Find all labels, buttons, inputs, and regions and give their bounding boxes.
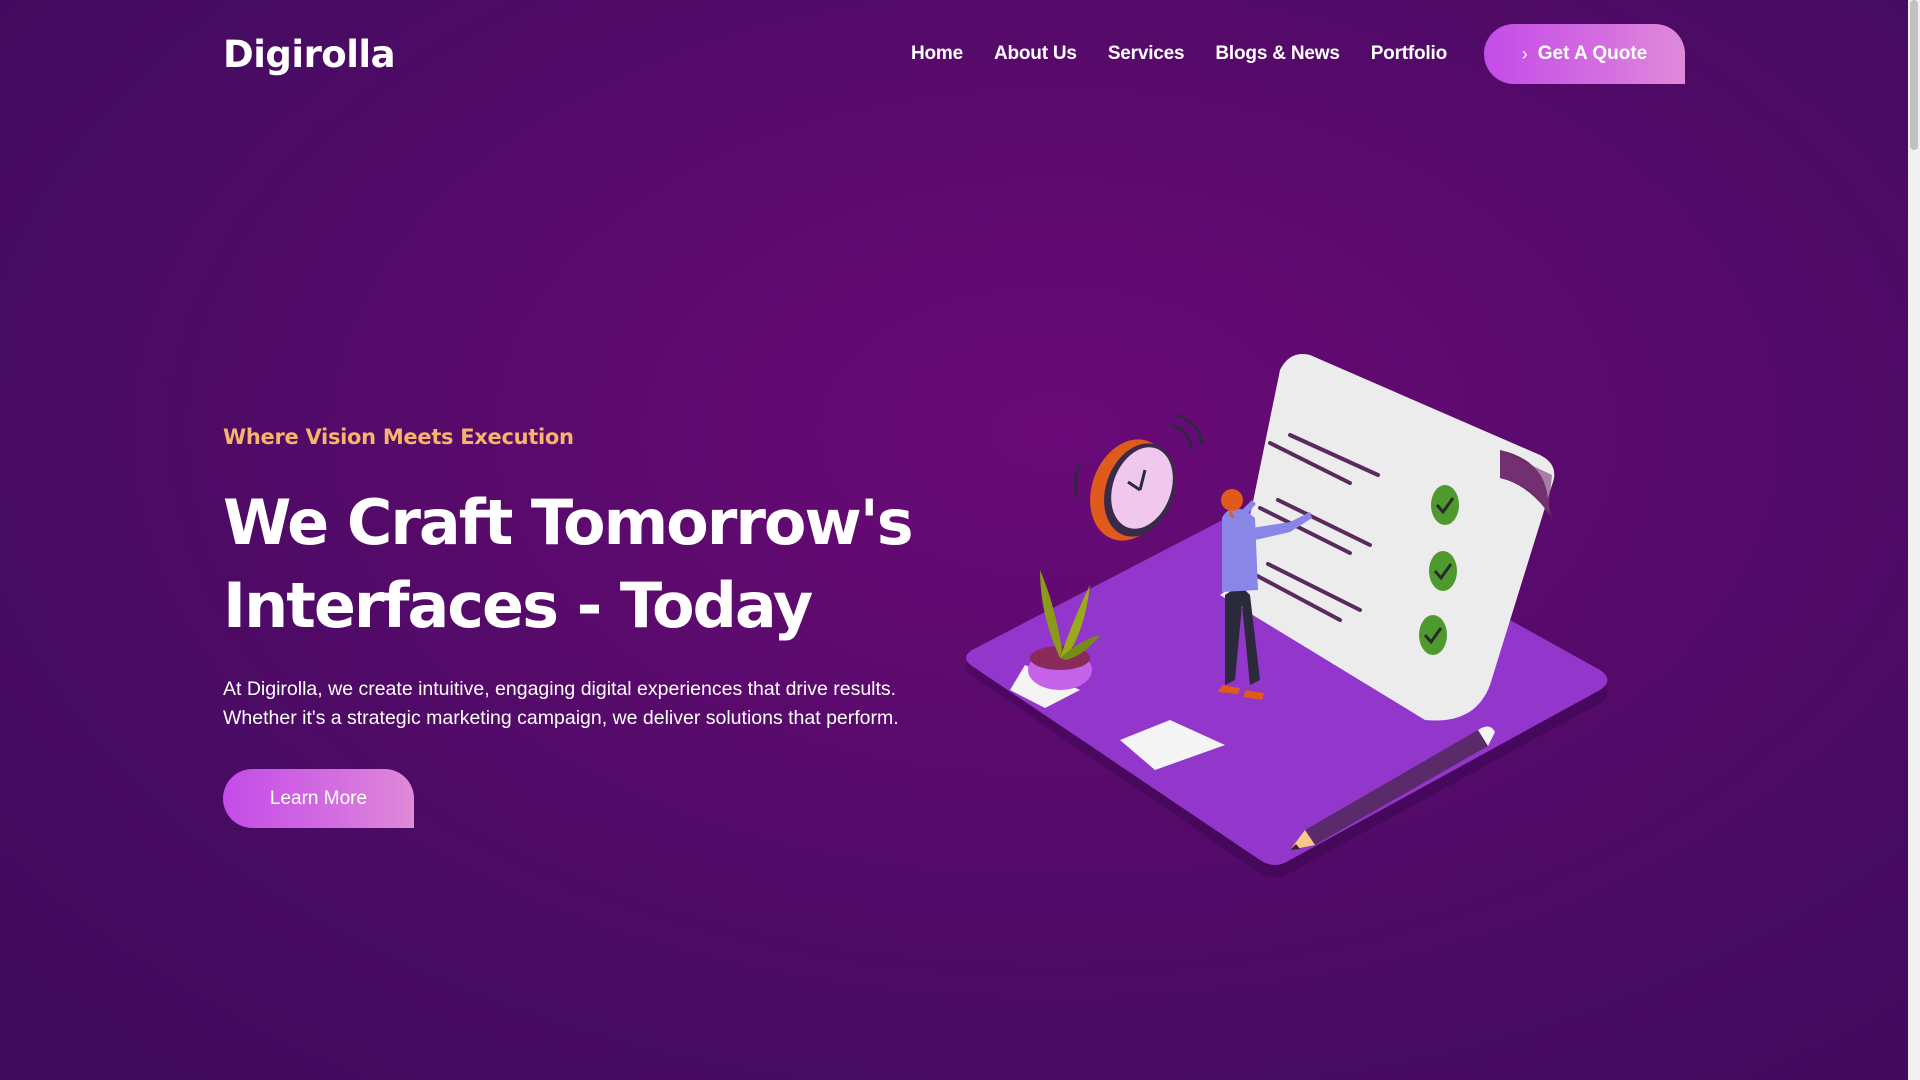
logo[interactable]: Digirolla <box>223 33 396 76</box>
hero-section: Where Vision Meets Execution We Craft To… <box>223 425 943 828</box>
learn-more-label: Learn More <box>269 787 368 809</box>
headline-line-2: Interfaces - Today <box>223 569 813 642</box>
clock-icon <box>1074 413 1204 541</box>
site-header: Digirolla Home About Us Services Blogs &… <box>223 24 1685 84</box>
get-a-quote-button[interactable]: › Get A Quote <box>1484 24 1685 84</box>
hero-tagline: Where Vision Meets Execution <box>223 425 574 449</box>
nav-services[interactable]: Services <box>1108 43 1185 65</box>
scrollbar-thumb[interactable] <box>1910 0 1918 150</box>
nav-home[interactable]: Home <box>911 43 963 65</box>
page-scrollbar[interactable] <box>1908 0 1920 1080</box>
nav-blogs-news[interactable]: Blogs & News <box>1215 43 1339 65</box>
chevron-right-icon: › <box>1521 43 1528 64</box>
hero-description: At Digirolla, we create intuitive, engag… <box>223 678 899 729</box>
nav-portfolio[interactable]: Portfolio <box>1371 43 1447 65</box>
nav-about-us[interactable]: About Us <box>994 43 1077 65</box>
learn-more-button[interactable]: Learn More <box>223 769 414 828</box>
headline-line-1: We Craft Tomorrow's <box>223 486 914 559</box>
hero-headline: We Craft Tomorrow's Interfaces - Today <box>223 481 943 647</box>
main-nav: Home About Us Services Blogs & News Port… <box>911 24 1685 84</box>
checklist-illustration <box>965 354 1608 878</box>
get-a-quote-label: Get A Quote <box>1537 43 1648 64</box>
